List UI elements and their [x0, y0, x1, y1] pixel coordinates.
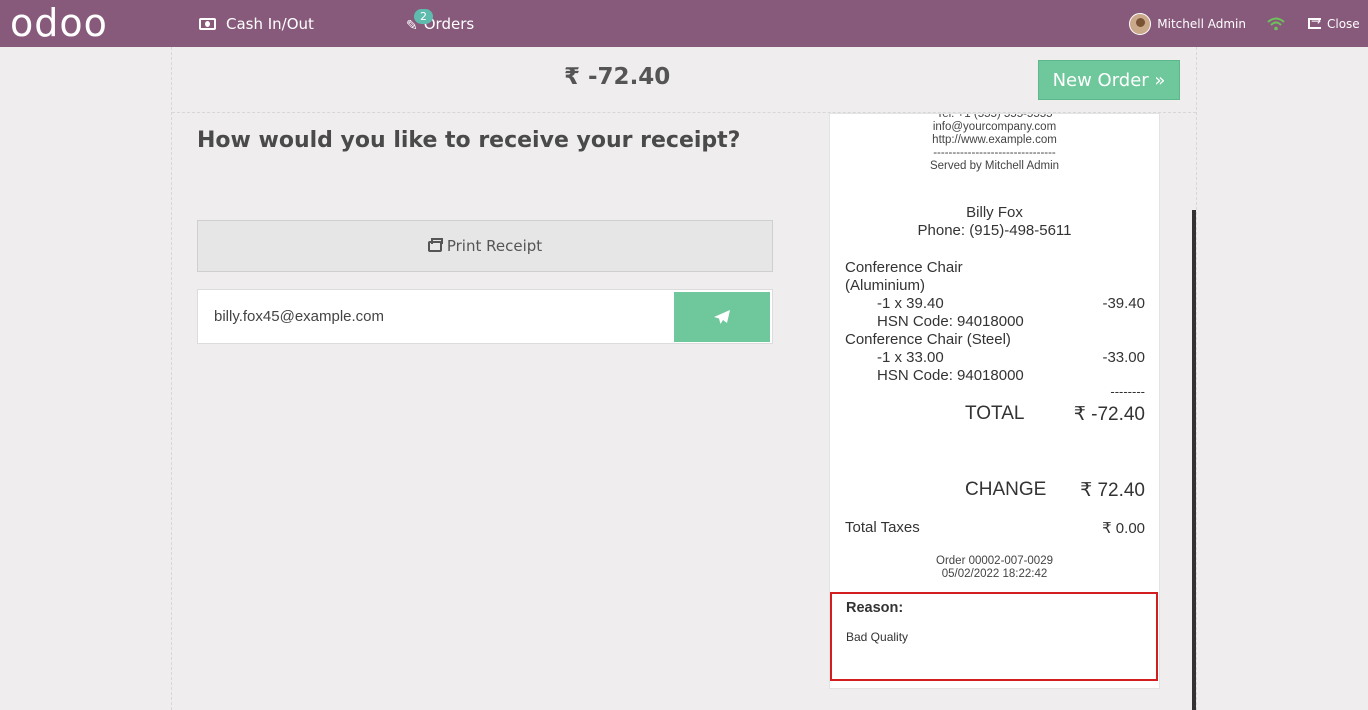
wifi-icon[interactable]	[1267, 0, 1285, 47]
customer-phone: Phone: (915)-498-5611	[917, 222, 1072, 239]
close-label: Close	[1327, 16, 1360, 31]
avatar	[1129, 12, 1152, 35]
odoo-logo: odoo	[10, 1, 108, 45]
orders-button[interactable]: ✎ 2 Orders	[406, 0, 474, 47]
item-name: Conference Chair	[845, 259, 963, 276]
item-price: -39.40	[1102, 295, 1145, 312]
company-phone: Tel: +1 (555) 555-5555	[936, 113, 1053, 120]
customer-info: Billy Fox Phone: (915)-498-5611	[830, 204, 1159, 240]
email-receipt-group	[197, 289, 773, 344]
send-email-button[interactable]	[674, 292, 770, 342]
company-website: http://www.example.com	[932, 134, 1057, 146]
total-label: TOTAL	[965, 403, 1025, 424]
receipt-header: Tel: +1 (555) 555-5555 info@yourcompany.…	[830, 113, 1159, 173]
item-name: Conference Chair (Steel)	[845, 331, 1011, 348]
user-menu[interactable]: Mitchell Admin	[1129, 0, 1246, 47]
total-separator: --------	[1110, 384, 1145, 399]
item-price: -33.00	[1102, 349, 1145, 366]
paper-plane-icon	[714, 310, 730, 324]
money-icon	[199, 17, 216, 30]
item-name-cont: (Aluminium)	[845, 277, 926, 294]
top-navbar: odoo Cash In/Out ✎ 2 Orders Mitchell Adm…	[0, 0, 1368, 47]
total-amount: ₹ -72.40	[564, 64, 671, 90]
company-email: info@yourcompany.com	[932, 121, 1057, 133]
sign-out-icon	[1308, 14, 1321, 29]
reason-label: Reason:	[846, 600, 904, 616]
receipt-screen: ₹ -72.40 New Order » How would you like …	[171, 47, 1197, 710]
print-receipt-label: Print Receipt	[446, 237, 543, 255]
cash-in-out-label: Cash In/Out	[226, 14, 314, 33]
cash-in-out-button[interactable]: Cash In/Out	[199, 0, 314, 47]
item-qty: -1 x 33.00	[877, 349, 944, 366]
change-label: CHANGE	[965, 479, 1047, 500]
header-separator: --------------------------------	[933, 147, 1056, 159]
close-button[interactable]: Close	[1308, 0, 1360, 47]
orders-count-badge: 2	[414, 9, 433, 24]
print-receipt-button[interactable]: Print Receipt	[197, 220, 773, 272]
taxes-value: ₹ 0.00	[1102, 520, 1145, 537]
item-hsn: HSN Code: 94018000	[877, 313, 1024, 330]
total-value: ₹ -72.40	[1073, 404, 1145, 425]
receipt-question: How would you like to receive your recei…	[197, 128, 741, 153]
scrollbar[interactable]	[1192, 210, 1196, 710]
refund-reason-box: Reason: Bad Quality	[830, 592, 1158, 681]
print-icon	[427, 237, 443, 252]
new-order-button[interactable]: New Order »	[1038, 60, 1180, 100]
order-date: 05/02/2022 18:22:42	[941, 568, 1048, 580]
item-hsn: HSN Code: 94018000	[877, 367, 1024, 384]
change-value: ₹ 72.40	[1080, 480, 1145, 501]
order-info: Order 00002-007-0029 05/02/2022 18:22:42	[830, 555, 1159, 581]
reason-value: Bad Quality	[846, 630, 909, 644]
email-input[interactable]	[199, 291, 669, 342]
customer-name: Billy Fox	[966, 204, 1023, 221]
served-by: Served by Mitchell Admin	[929, 160, 1060, 172]
taxes-label: Total Taxes	[845, 519, 920, 536]
user-name: Mitchell Admin	[1157, 16, 1246, 31]
order-reference: Order 00002-007-0029	[936, 555, 1053, 567]
receipt-screen-header: ₹ -72.40 New Order »	[172, 47, 1196, 113]
item-qty: -1 x 39.40	[877, 295, 944, 312]
